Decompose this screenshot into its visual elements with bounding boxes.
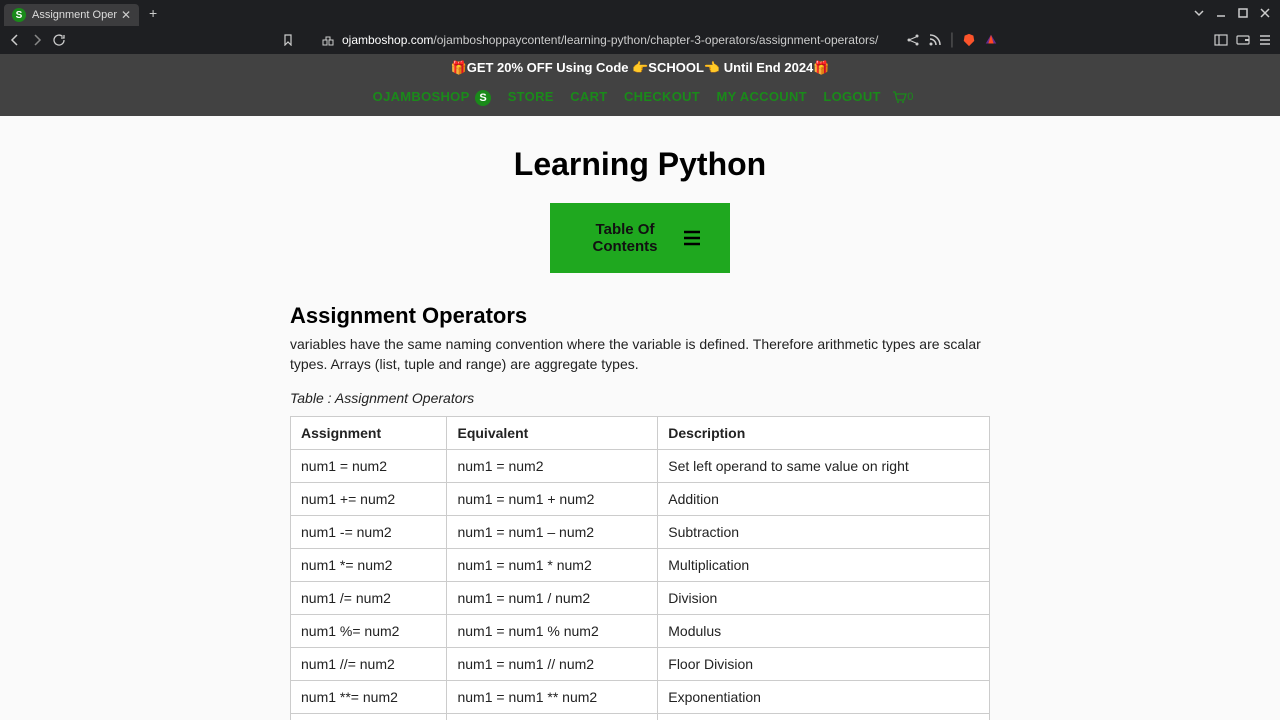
operators-table: Assignment Equivalent Description num1 =… <box>290 416 990 720</box>
table-cell: num1 = num1 + num2 <box>447 483 658 516</box>
nav-my-account[interactable]: MY ACCOUNT <box>717 89 807 104</box>
nav-store[interactable]: STORE <box>508 89 554 104</box>
table-cell: num1 = num1 ** num2 <box>447 681 658 714</box>
chevron-down-icon[interactable] <box>1194 8 1204 18</box>
browser-toolbar: ojamboshop.com/ojamboshoppaycontent/lear… <box>0 26 1280 54</box>
table-row: num1 += num2num1 = num1 + num2Addition <box>291 483 990 516</box>
address-bar[interactable]: ojamboshop.com/ojamboshoppaycontent/lear… <box>342 33 898 47</box>
nav-checkout[interactable]: CHECKOUT <box>624 89 700 104</box>
forward-button[interactable] <box>30 33 44 47</box>
brave-shields-icon[interactable] <box>962 33 976 47</box>
table-row: num1 **= num2num1 = num1 ** num2Exponent… <box>291 681 990 714</box>
table-row: num1 *= num2num1 = num1 * num2Multiplica… <box>291 549 990 582</box>
site-nav: OJAMBOSHOP S STORE CART CHECKOUT MY ACCO… <box>0 82 1280 116</box>
separator: | <box>950 31 954 49</box>
table-row: num1 = num2num1 = num2Set left operand t… <box>291 450 990 483</box>
table-cell: num1 = num1 / num2 <box>447 582 658 615</box>
table-cell: num1 = num1 – num2 <box>447 516 658 549</box>
table-caption: Table : Assignment Operators <box>290 390 990 406</box>
brave-rewards-icon[interactable] <box>984 33 998 47</box>
nav-brand[interactable]: OJAMBOSHOP S <box>373 89 492 104</box>
page-title: Learning Python <box>0 146 1280 183</box>
section-title: Assignment Operators <box>290 303 990 329</box>
tab-favicon-icon: S <box>12 8 26 22</box>
table-row: num1 /= num2num1 = num1 / num2Division <box>291 582 990 615</box>
url-path: /ojamboshoppaycontent/learning-python/ch… <box>433 33 878 47</box>
hamburger-icon <box>682 229 702 247</box>
page-content: Learning Python Table Of Contents Assign… <box>0 116 1280 720</box>
table-cell: num1 = num2 <box>291 450 447 483</box>
table-row: num1 -= num2num1 = num1 – num2Subtractio… <box>291 516 990 549</box>
tab-close-icon[interactable]: ✕ <box>121 8 131 22</box>
table-cell: num1 = num1 * num2 <box>447 549 658 582</box>
table-cell: num1 //= num2 <box>291 648 447 681</box>
bookmark-icon[interactable] <box>282 34 294 46</box>
window-titlebar: S Assignment Operators - Oj ✕ + <box>0 0 1280 26</box>
nav-logout[interactable]: LOGOUT <box>823 89 880 104</box>
sidebar-icon[interactable] <box>1214 33 1228 47</box>
url-domain: ojamboshop.com <box>342 33 433 47</box>
col-description: Description <box>658 417 990 450</box>
table-cell: Addition <box>658 483 990 516</box>
section-description: variables have the same naming conventio… <box>290 335 990 374</box>
table-of-contents-button[interactable]: Table Of Contents <box>550 203 730 273</box>
table-header-row: Assignment Equivalent Description <box>291 417 990 450</box>
page-viewport[interactable]: 🎁GET 20% OFF Using Code 👉SCHOOL👈 Until E… <box>0 54 1280 720</box>
toc-button-label: Table Of Contents <box>578 221 672 255</box>
promo-banner: 🎁GET 20% OFF Using Code 👉SCHOOL👈 Until E… <box>0 54 1280 82</box>
table-cell: Exponentiation <box>658 681 990 714</box>
close-window-icon[interactable] <box>1260 8 1270 18</box>
table-cell: num1 = num1 & num2 <box>447 714 658 720</box>
minimize-icon[interactable] <box>1216 8 1226 18</box>
tab-title: Assignment Operators - Oj <box>32 9 117 21</box>
browser-tab[interactable]: S Assignment Operators - Oj ✕ <box>4 4 139 26</box>
table-cell: num1 -= num2 <box>291 516 447 549</box>
site-info-icon[interactable] <box>322 34 334 46</box>
menu-icon[interactable] <box>1258 33 1272 47</box>
back-button[interactable] <box>8 33 22 47</box>
table-cell: num1 **= num2 <box>291 681 447 714</box>
table-cell: Set left operand to same value on right <box>658 450 990 483</box>
table-cell: Subtraction <box>658 516 990 549</box>
table-cell: num1 = num1 // num2 <box>447 648 658 681</box>
table-cell: num1 /= num2 <box>291 582 447 615</box>
table-row: num1 %= num2num1 = num1 % num2Modulus <box>291 615 990 648</box>
cart-icon[interactable] <box>891 89 907 105</box>
table-row: num1 &= num2num1 = num1 & num2Bitwise AN… <box>291 714 990 720</box>
table-cell: num1 += num2 <box>291 483 447 516</box>
nav-cart[interactable]: CART <box>570 89 607 104</box>
table-cell: num1 = num1 % num2 <box>447 615 658 648</box>
rss-icon[interactable] <box>928 33 942 47</box>
table-cell: Multiplication <box>658 549 990 582</box>
brand-logo-icon: S <box>475 90 491 106</box>
cart-count: 0 <box>907 91 913 103</box>
reload-button[interactable] <box>52 33 66 47</box>
table-cell: Bitwise AND <box>658 714 990 720</box>
table-row: num1 //= num2num1 = num1 // num2Floor Di… <box>291 648 990 681</box>
col-equivalent: Equivalent <box>447 417 658 450</box>
table-cell: Floor Division <box>658 648 990 681</box>
table-cell: Division <box>658 582 990 615</box>
table-cell: num1 *= num2 <box>291 549 447 582</box>
maximize-icon[interactable] <box>1238 8 1248 18</box>
table-cell: num1 %= num2 <box>291 615 447 648</box>
wallet-icon[interactable] <box>1236 33 1250 47</box>
table-cell: num1 = num2 <box>447 450 658 483</box>
table-cell: num1 &= num2 <box>291 714 447 720</box>
new-tab-button[interactable]: + <box>149 5 157 21</box>
col-assignment: Assignment <box>291 417 447 450</box>
table-cell: Modulus <box>658 615 990 648</box>
share-icon[interactable] <box>906 33 920 47</box>
